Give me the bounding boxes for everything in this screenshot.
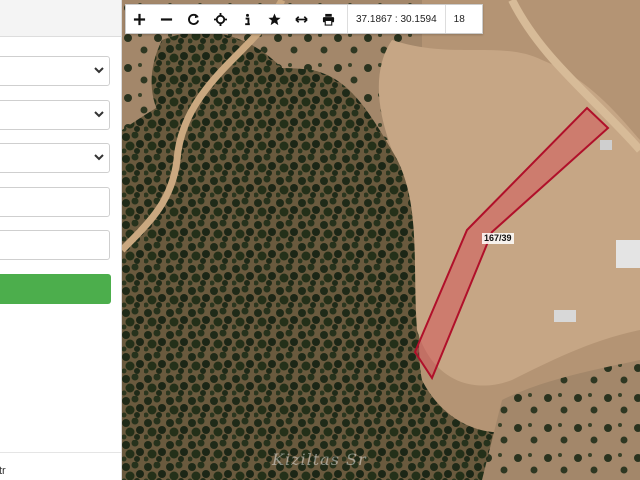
query-button[interactable] (0, 274, 111, 304)
zoom-out-icon (160, 17, 173, 21)
info-button[interactable] (234, 5, 261, 33)
neighborhood-select[interactable] (0, 143, 110, 173)
map-watermark: Kiziltas Sr (272, 450, 367, 469)
measure-button[interactable] (288, 5, 315, 33)
parcel-number-field[interactable] (0, 230, 110, 260)
zoom-out-button[interactable] (153, 5, 180, 33)
info-icon (245, 13, 250, 25)
panel-footer: tr (0, 452, 121, 480)
district-select[interactable] (0, 100, 110, 130)
star-icon (268, 12, 281, 25)
footer-text: tr (0, 465, 6, 477)
search-panel: tr (0, 0, 122, 480)
chevron-down-icon (94, 111, 104, 118)
locate-button[interactable] (207, 5, 234, 33)
print-button[interactable] (315, 5, 342, 33)
province-select[interactable] (0, 56, 110, 86)
block-number-field[interactable] (0, 187, 110, 217)
parcel-label: 167/39 (482, 233, 514, 244)
panel-header (0, 0, 121, 37)
favorite-button[interactable] (261, 5, 288, 33)
coordinate-readout: 37.1867 : 30.1594 (347, 5, 446, 33)
satellite-map[interactable] (122, 0, 640, 480)
chevron-down-icon (94, 67, 104, 74)
map-toolbar: 37.1867 : 30.1594 18 (125, 4, 483, 34)
chevron-down-icon (94, 154, 104, 161)
zoom-level: 18 (453, 13, 465, 25)
locate-icon (214, 12, 227, 26)
zoom-in-icon (133, 13, 146, 25)
print-icon (322, 13, 335, 26)
map-imagery (122, 0, 640, 480)
zoom-in-button[interactable] (126, 5, 153, 33)
measure-icon (295, 15, 308, 23)
refresh-button[interactable] (180, 5, 207, 33)
refresh-icon (188, 13, 200, 25)
